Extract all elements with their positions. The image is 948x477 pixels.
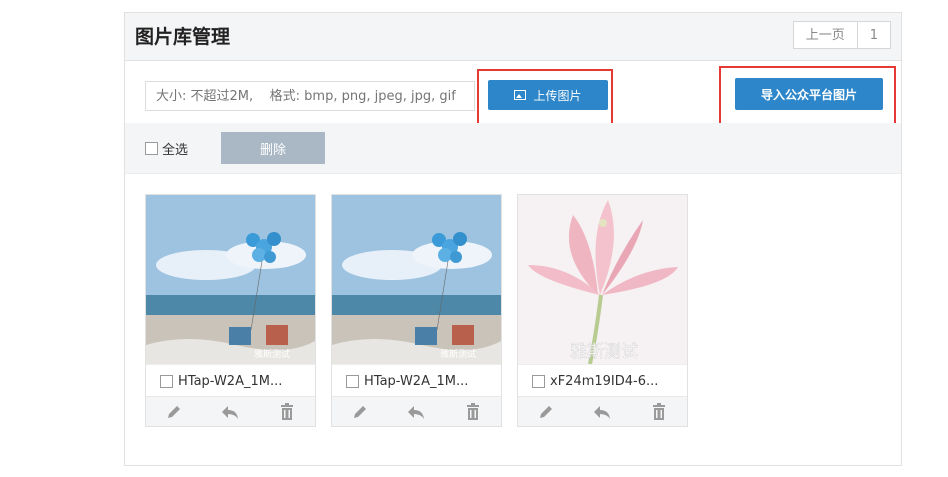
panel-header: 图片库管理 上一页 1 <box>125 13 901 61</box>
edit-icon[interactable] <box>536 402 556 422</box>
image-name-row: HTap-W2A_1M... <box>332 364 501 398</box>
trash-icon[interactable] <box>277 402 297 422</box>
select-all[interactable]: 全选 <box>145 139 188 158</box>
trash-icon[interactable] <box>463 402 483 422</box>
image-name-row: HTap-W2A_1M... <box>146 364 315 398</box>
edit-icon[interactable] <box>350 402 370 422</box>
image-checkbox[interactable] <box>346 375 359 388</box>
bulk-action-bar: 全选 删除 <box>125 123 901 174</box>
page-number-button[interactable]: 1 <box>857 21 891 49</box>
select-all-label: 全选 <box>162 143 189 158</box>
image-name: HTap-W2A_1M... <box>364 374 469 389</box>
upload-row: 上传图片 导入公众平台图片 <box>125 61 901 132</box>
image-name-row: xF24m19ID4-6... <box>518 364 687 398</box>
pagination: 上一页 1 <box>792 21 891 49</box>
image-grid: 雅斯测试 HTap-W2A_1M... 雅斯测试 HTap-W2A_1M... … <box>145 194 703 427</box>
image-tools <box>332 396 501 426</box>
page-title: 图片库管理 <box>135 26 231 48</box>
trash-icon[interactable] <box>649 402 669 422</box>
reply-icon[interactable] <box>220 402 240 422</box>
delete-button[interactable]: 删除 <box>221 132 325 164</box>
image-thumbnail[interactable]: 雅斯测试 <box>146 195 315 364</box>
watermark-text: 雅斯测试 <box>440 348 476 360</box>
image-card: 雅斯测试 HTap-W2A_1M... <box>145 194 316 427</box>
image-card: 雅斯测试 xF24m19ID4-6... <box>517 194 688 427</box>
import-platform-images-button[interactable]: 导入公众平台图片 <box>735 78 883 110</box>
image-thumbnail[interactable]: 雅斯测试 <box>332 195 501 364</box>
image-name: HTap-W2A_1M... <box>178 374 283 389</box>
image-checkbox[interactable] <box>160 375 173 388</box>
image-tools <box>146 396 315 426</box>
prev-page-button[interactable]: 上一页 <box>792 21 858 49</box>
select-all-checkbox[interactable] <box>145 142 158 155</box>
format-hint-field[interactable] <box>145 81 475 111</box>
image-icon <box>514 90 527 100</box>
upload-image-label: 上传图片 <box>533 88 582 103</box>
image-tools <box>518 396 687 426</box>
watermark-text: 雅斯测试 <box>570 342 638 362</box>
image-thumbnail[interactable]: 雅斯测试 <box>518 195 687 364</box>
reply-icon[interactable] <box>592 402 612 422</box>
image-card: 雅斯测试 HTap-W2A_1M... <box>331 194 502 427</box>
watermark-text: 雅斯测试 <box>254 348 290 360</box>
image-checkbox[interactable] <box>532 375 545 388</box>
reply-icon[interactable] <box>406 402 426 422</box>
upload-image-button[interactable]: 上传图片 <box>488 80 608 110</box>
edit-icon[interactable] <box>164 402 184 422</box>
image-name: xF24m19ID4-6... <box>550 374 659 389</box>
